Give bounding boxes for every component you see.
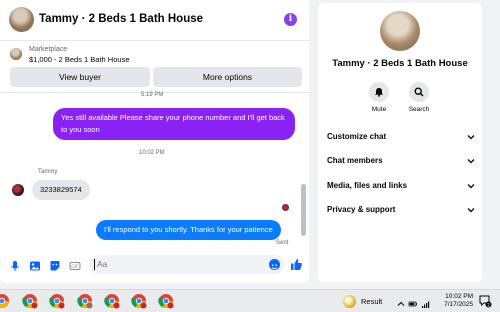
system-clock[interactable]: 10:02 PM 7/17/2025: [437, 293, 473, 309]
mute-label: Mute: [371, 106, 387, 113]
chrome-icon[interactable]: [77, 293, 93, 309]
bell-icon[interactable]: [369, 82, 389, 102]
notification-icon[interactable]: 2: [478, 294, 492, 308]
timestamp: 10:02 PM: [139, 150, 165, 156]
listing-thumbnail[interactable]: [10, 48, 22, 60]
chat-header: Tammy · 2 Beds 1 Bath House i: [0, 0, 309, 40]
search-icon[interactable]: [409, 82, 429, 102]
chrome-icon[interactable]: [131, 293, 147, 309]
chat-title[interactable]: Tammy · 2 Beds 1 Bath House: [39, 13, 203, 25]
info-icon[interactable]: i: [284, 13, 297, 26]
sender-name: Tammy: [38, 169, 58, 175]
listing-title[interactable]: $1,000 - 2 Beds 1 Bath House: [29, 55, 130, 64]
gif-icon[interactable]: GIF: [69, 259, 81, 271]
sticker-icon[interactable]: [49, 259, 61, 271]
marketplace-listing: Marketplace $1,000 - 2 Beds 1 Bath House…: [0, 40, 309, 93]
chevron-down-icon: [467, 208, 475, 213]
clock-time: 10:02 PM: [445, 293, 473, 300]
outgoing-message[interactable]: I'll respond to you shortly. Thanks for …: [96, 220, 281, 240]
row-label: Media, files and links: [327, 181, 408, 190]
wifi-icon[interactable]: [421, 296, 431, 308]
taskbar: Result 10:02 PM 7/17/2025 2: [0, 289, 500, 312]
scrollbar-thumb[interactable]: [301, 184, 306, 236]
moon-icon: [343, 294, 356, 308]
notification-badge: 2: [487, 302, 490, 308]
row-label: Privacy & support: [327, 205, 396, 214]
message-list: 5:19 PM Yes still available Please share…: [0, 92, 309, 249]
scrollbar[interactable]: [301, 92, 306, 246]
chrome-icon[interactable]: [158, 293, 174, 309]
like-icon[interactable]: [290, 258, 303, 271]
weather-result[interactable]: Result: [343, 294, 382, 308]
details-title: Tammy · 2 Beds 1 Bath House: [332, 58, 468, 69]
customize-chat-row[interactable]: Customize chat: [327, 132, 475, 150]
media-files-links-row[interactable]: Media, files and links: [327, 181, 475, 199]
emoji-icon[interactable]: [269, 259, 280, 270]
chevron-up-icon[interactable]: [396, 296, 406, 306]
row-label: Chat members: [327, 156, 383, 165]
clock-date: 7/17/2025: [444, 301, 473, 308]
chat-details-panel: Tammy · 2 Beds 1 Bath House Mute Search …: [318, 3, 482, 282]
composer: GIF: [0, 253, 309, 277]
message-input[interactable]: [97, 259, 257, 269]
more-options-button[interactable]: More options: [153, 67, 302, 87]
chat-members-row[interactable]: Chat members: [327, 156, 475, 174]
text-cursor: [94, 259, 95, 270]
row-label: Customize chat: [327, 132, 387, 141]
listing-source: Marketplace: [29, 46, 68, 53]
sender-avatar[interactable]: [12, 184, 24, 196]
microphone-icon[interactable]: [9, 259, 21, 271]
search-action[interactable]: Search: [399, 82, 439, 113]
privacy-support-row[interactable]: Privacy & support: [327, 205, 475, 223]
read-receipt-avatar: [282, 204, 289, 211]
message-status: Sent: [276, 240, 289, 246]
view-buyer-button[interactable]: View buyer: [10, 67, 150, 87]
mute-action[interactable]: Mute: [359, 82, 399, 113]
search-label: Search: [408, 106, 430, 113]
message-input-box[interactable]: [89, 255, 285, 274]
chrome-icon[interactable]: [104, 293, 120, 309]
contact-avatar-large[interactable]: [380, 11, 420, 51]
chevron-down-icon: [467, 135, 475, 140]
contact-avatar[interactable]: [9, 7, 34, 32]
image-icon[interactable]: [29, 259, 41, 271]
incoming-message[interactable]: 3233829574: [32, 180, 90, 200]
timestamp: 5:19 PM: [141, 92, 164, 98]
chevron-down-icon: [467, 159, 475, 164]
chevron-down-icon: [467, 184, 475, 189]
chrome-icon[interactable]: [49, 293, 65, 309]
chrome-icon[interactable]: [22, 293, 38, 309]
svg-text:GIF: GIF: [71, 264, 79, 270]
battery-icon[interactable]: [408, 296, 418, 307]
chrome-icon[interactable]: [0, 293, 10, 309]
chat-panel: Tammy · 2 Beds 1 Bath House i Marketplac…: [0, 0, 309, 283]
result-label: Result: [361, 296, 383, 306]
outgoing-message[interactable]: Yes still available Please share your ph…: [53, 108, 295, 140]
